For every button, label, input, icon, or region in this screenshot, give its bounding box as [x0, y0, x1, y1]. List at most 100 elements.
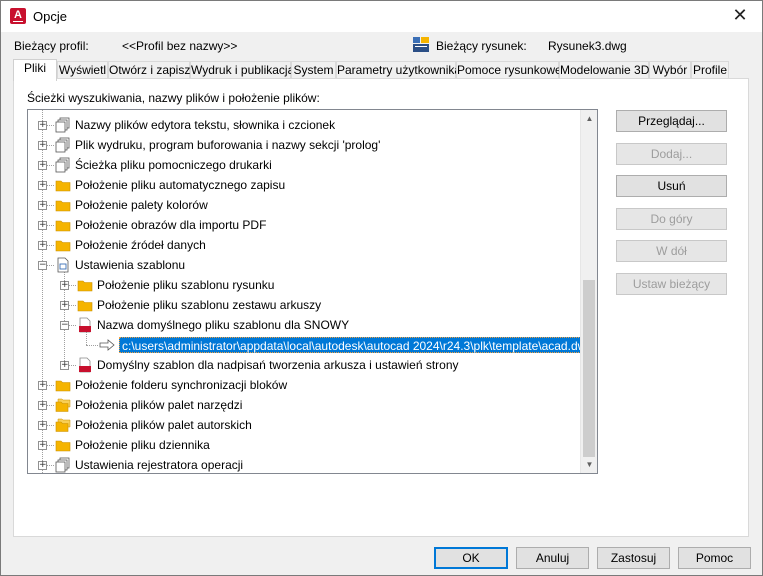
- tree-item[interactable]: + Ustawienia rejestratora operacji: [28, 455, 581, 473]
- folder-icon: [77, 297, 93, 313]
- tree-item-label: Położenie pliku automatycznego zapisu: [75, 178, 286, 192]
- tree-item[interactable]: + Domyślny szablon dla nadpisań tworzenia…: [28, 355, 581, 375]
- scroll-thumb[interactable]: [583, 280, 595, 457]
- current-drawing-value: Rysunek3.dwg: [548, 39, 627, 53]
- folder-icon: [77, 277, 93, 293]
- tree-item[interactable]: + Położenie pliku szablonu zestawu arkusz…: [28, 295, 581, 315]
- folders-icon: [55, 417, 71, 433]
- current-drawing-label: Bieżący rysunek:: [436, 39, 527, 53]
- file-paths-tree[interactable]: + Nazwy plików edytora tekstu, słownika i…: [27, 109, 598, 474]
- folders-icon: [55, 397, 71, 413]
- tree-item-label: Domyślny szablon dla nadpisań tworzenia …: [97, 358, 459, 372]
- files-icon: [55, 157, 71, 173]
- files-icon: [55, 457, 71, 473]
- close-button[interactable]: ✕: [718, 1, 762, 31]
- title-bar: A Opcje ✕: [1, 1, 762, 32]
- tree-item-label: Ścieżka pliku pomocniczego drukarki: [75, 158, 272, 172]
- tree-item-label: Nazwa domyślnego pliku szablonu dla SNOW…: [97, 318, 350, 332]
- tree-item[interactable]: + Położenie pliku szablonu rysunku: [28, 275, 581, 295]
- dwt-icon: [77, 357, 93, 373]
- tree-content: + Nazwy plików edytora tekstu, słownika i…: [28, 110, 593, 473]
- current-profile-value: <<Profil bez nazwy>>: [122, 39, 238, 53]
- selected-template-path: c:\users\administrator\appdata\local\aut…: [119, 337, 593, 353]
- tree-item[interactable]: + Ścieżka pliku pomocniczego drukarki: [28, 155, 581, 175]
- expand-icon[interactable]: +: [38, 201, 47, 210]
- expand-icon[interactable]: +: [38, 401, 47, 410]
- tree-item[interactable]: + Plik wydruku, program buforowania i naz…: [28, 135, 581, 155]
- tree-item-label: Ustawienia szablonu: [75, 258, 186, 272]
- search-paths-label: Ścieżki wyszukiwania, nazwy plików i poł…: [27, 91, 320, 105]
- files-panel: Ścieżki wyszukiwania, nazwy plików i poł…: [13, 78, 749, 537]
- apply-button[interactable]: Zastosuj: [597, 547, 670, 569]
- tree-item[interactable]: + Położenie pliku dziennika: [28, 435, 581, 455]
- current-profile-label: Bieżący profil:: [14, 39, 89, 53]
- folder-icon: [55, 197, 71, 213]
- dwt-icon: [77, 317, 93, 333]
- tree-item[interactable]: + Położenia plików palet narzędzi: [28, 395, 581, 415]
- tree-item-label: Położenie folderu synchronizacji bloków: [75, 378, 288, 392]
- tree-item-label: Położenia plików palet narzędzi: [75, 398, 243, 412]
- tree-item[interactable]: + Położenie źródeł danych: [28, 235, 581, 255]
- tree-item[interactable]: + Nazwy plików edytora tekstu, słownika i…: [28, 115, 581, 135]
- move-up-button[interactable]: Do góry: [616, 208, 727, 230]
- expand-icon[interactable]: +: [38, 441, 47, 450]
- folder-icon: [55, 217, 71, 233]
- tree-item-label: Położenie palety kolorów: [75, 198, 208, 212]
- arrow-icon: [99, 337, 115, 353]
- expand-icon[interactable]: +: [38, 181, 47, 190]
- folder-icon: [55, 237, 71, 253]
- tree-item-label: Położenia plików palet autorskich: [75, 418, 252, 432]
- tab-files[interactable]: Pliki: [13, 59, 57, 81]
- tree-item-label: Położenie pliku szablonu zestawu arkuszy: [97, 298, 322, 312]
- folder-icon: [55, 377, 71, 393]
- tree-item-label: Plik wydruku, program buforowania i nazw…: [75, 138, 381, 152]
- cancel-button[interactable]: Anuluj: [516, 547, 589, 569]
- folder-icon: [55, 177, 71, 193]
- tree-item[interactable]: − Nazwa domyślnego pliku szablonu dla SNO…: [28, 315, 581, 335]
- tree-item-label: Położenie pliku szablonu rysunku: [97, 278, 275, 292]
- expand-icon[interactable]: +: [38, 461, 47, 470]
- expand-icon[interactable]: +: [38, 221, 47, 230]
- set-current-button[interactable]: Ustaw bieżący: [616, 273, 727, 295]
- scroll-down-arrow-icon[interactable]: ▼: [581, 456, 597, 473]
- tree-item-label: Położenie źródeł danych: [75, 238, 206, 252]
- tree-item[interactable]: + Położenie folderu synchronizacji bloków: [28, 375, 581, 395]
- tree-item[interactable]: + Położenia plików palet autorskich: [28, 415, 581, 435]
- tree-item[interactable]: − Ustawienia szablonu: [28, 255, 581, 275]
- window-title: Opcje: [33, 9, 67, 24]
- collapse-icon[interactable]: −: [60, 321, 69, 330]
- expand-icon[interactable]: +: [60, 281, 69, 290]
- expand-icon[interactable]: +: [60, 301, 69, 310]
- folder-icon: [55, 437, 71, 453]
- tree-vertical-scrollbar[interactable]: ▲ ▼: [580, 110, 597, 473]
- autocad-app-icon: A: [10, 8, 26, 24]
- move-down-button[interactable]: W dół: [616, 240, 727, 262]
- expand-icon[interactable]: +: [38, 121, 47, 130]
- expand-icon[interactable]: +: [60, 361, 69, 370]
- expand-icon[interactable]: +: [38, 421, 47, 430]
- tree-item-label: Położenie pliku dziennika: [75, 438, 210, 452]
- tree-path-value[interactable]: c:\users\administrator\appdata\local\aut…: [28, 335, 593, 355]
- browse-button[interactable]: Przeglądaj...: [616, 110, 727, 132]
- tree-item-label: Nazwy plików edytora tekstu, słownika i …: [75, 118, 336, 132]
- tree-item[interactable]: + Położenie palety kolorów: [28, 195, 581, 215]
- tree-item[interactable]: + Położenie pliku automatycznego zapisu: [28, 175, 581, 195]
- options-dialog: A Opcje ✕ Bieżący profil: <<Profil bez n…: [0, 0, 763, 576]
- scroll-up-arrow-icon[interactable]: ▲: [581, 110, 597, 127]
- tree-item[interactable]: + Położenie obrazów dla importu PDF: [28, 215, 581, 235]
- expand-icon[interactable]: +: [38, 381, 47, 390]
- tree-item-label: Ustawienia rejestratora operacji: [75, 458, 244, 472]
- remove-button[interactable]: Usuń: [616, 175, 727, 197]
- ok-button[interactable]: OK: [434, 547, 508, 569]
- tree-item-label: Położenie obrazów dla importu PDF: [75, 218, 267, 232]
- files-icon: [55, 117, 71, 133]
- template-icon: [55, 257, 71, 273]
- collapse-icon[interactable]: −: [38, 261, 47, 270]
- expand-icon[interactable]: +: [38, 161, 47, 170]
- files-icon: [55, 137, 71, 153]
- expand-icon[interactable]: +: [38, 241, 47, 250]
- add-button[interactable]: Dodaj...: [616, 143, 727, 165]
- expand-icon[interactable]: +: [38, 141, 47, 150]
- help-button[interactable]: Pomoc: [678, 547, 751, 569]
- drawing-icon: [413, 37, 429, 52]
